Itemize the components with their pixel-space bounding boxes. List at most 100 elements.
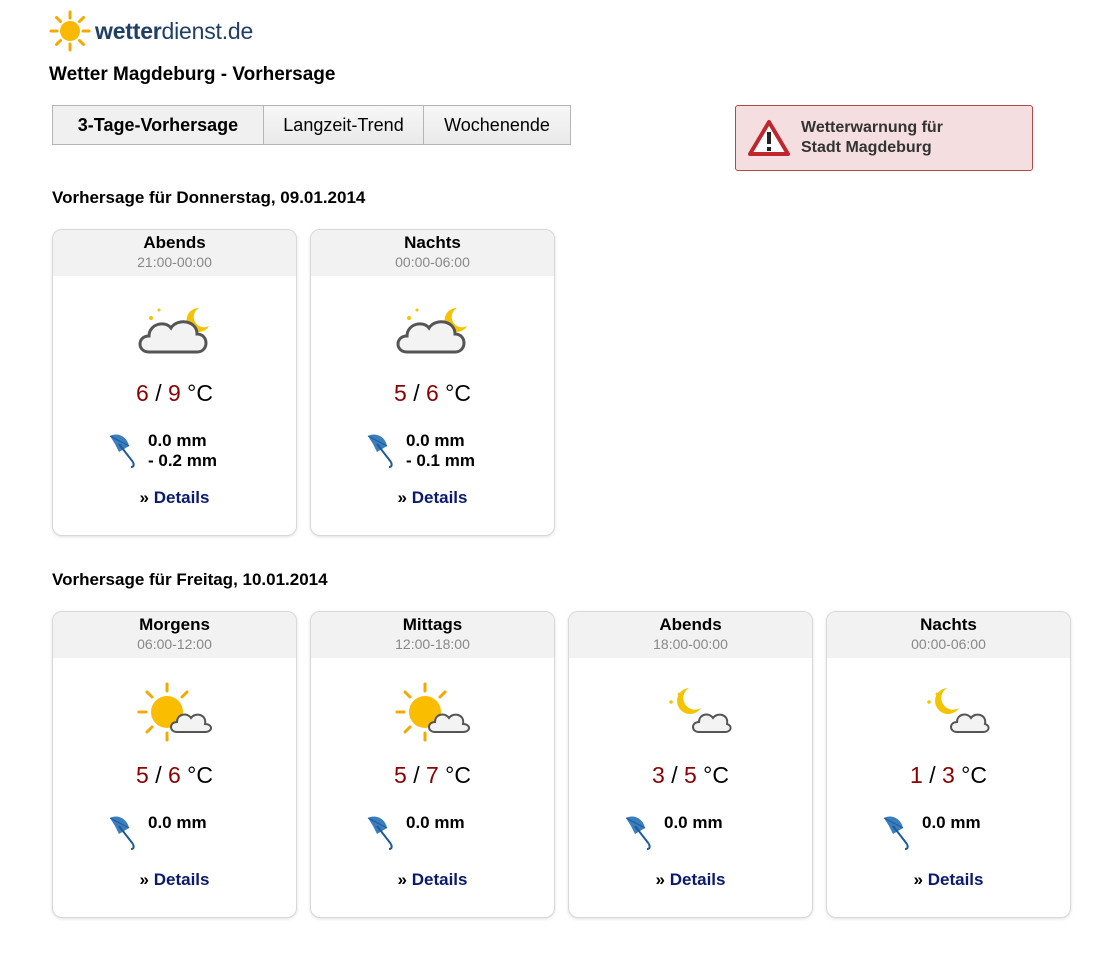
card-time: 21:00-00:00 <box>137 254 212 270</box>
temperature: 3 / 5 °C <box>652 762 729 788</box>
weather-warning-button[interactable]: Wetterwarnung für Stadt Magdeburg <box>735 105 1033 171</box>
sun-cloud-icon <box>137 682 212 742</box>
temp-unit: °C <box>445 762 471 788</box>
temperature: 5 / 7 °C <box>394 762 471 788</box>
details-prefix: » <box>139 488 149 507</box>
temperature: 6 / 9 °C <box>136 380 213 406</box>
details-prefix: » <box>655 870 665 889</box>
moon-cloud-icon <box>927 688 990 733</box>
details-prefix: » <box>913 870 923 889</box>
precipitation: 0.0 mm <box>406 813 465 833</box>
sun-logo-icon <box>49 10 91 52</box>
umbrella-icon <box>883 816 909 850</box>
temperature: 5 / 6 °C <box>136 762 213 788</box>
precipitation: 0.0 mm <box>664 813 723 833</box>
forecast-card-nachts: Nachts 00:00-06:00 5 / 6 °C 0.0 mm - 0.1… <box>310 229 555 536</box>
card-time: 00:00-06:00 <box>395 254 470 270</box>
temp-min: 5 <box>394 380 407 406</box>
precipitation-value: 0.0 mm <box>148 431 207 450</box>
logo-text-light: dienst.de <box>161 17 254 44</box>
umbrella-icon <box>367 434 393 468</box>
logo-text: wetterdienst.de <box>95 18 253 45</box>
temp-unit: °C <box>961 762 987 788</box>
temp-unit: °C <box>445 380 471 406</box>
warning-triangle-icon <box>748 120 790 156</box>
details-link-wrap: » Details <box>311 488 554 508</box>
tab-3-tage-vorhersage[interactable]: 3-Tage-Vorhersage <box>53 106 263 144</box>
temp-unit: °C <box>187 762 213 788</box>
forecast-card-abends: Abends 18:00-00:00 3 / 5 °C 0.0 mm » Det… <box>568 611 813 918</box>
temp-max: 9 <box>167 380 181 406</box>
temp-min: 5 <box>394 762 407 788</box>
details-link[interactable]: Details <box>670 870 726 889</box>
precipitation: 0.0 mm <box>922 813 981 833</box>
card-header: Abends 21:00-00:00 <box>53 230 296 276</box>
temp-max: 6 <box>167 762 181 788</box>
temp-max: 7 <box>425 762 439 788</box>
precipitation-value: 0.0 mm <box>406 813 465 832</box>
day-heading: Vorhersage für Donnerstag, 09.01.2014 <box>52 188 366 207</box>
site-logo[interactable]: wetterdienst.de <box>49 10 253 52</box>
precipitation-value: 0.0 mm <box>922 813 981 832</box>
page-title: Wetter Magdeburg - Vorhersage <box>49 64 336 85</box>
temp-min: 1 <box>910 762 923 788</box>
details-link-wrap: » Details <box>569 870 812 890</box>
night-cloudy-icon <box>138 307 209 354</box>
temp-max: 5 <box>683 762 697 788</box>
precipitation-value: 0.0 mm <box>406 431 465 450</box>
card-header: Nachts 00:00-06:00 <box>827 612 1070 658</box>
card-time: 00:00-06:00 <box>911 636 986 652</box>
details-link[interactable]: Details <box>154 870 210 889</box>
sun-cloud-icon <box>395 682 470 742</box>
forecast-card-morgens: Morgens 06:00-12:00 5 / 6 °C 0.0 mm » De… <box>52 611 297 918</box>
card-period: Abends <box>143 233 206 252</box>
details-link[interactable]: Details <box>412 870 468 889</box>
precipitation-range: - 0.2 mm <box>148 451 217 470</box>
forecast-tabs: 3-Tage-Vorhersage Langzeit-Trend Wochene… <box>52 105 571 145</box>
card-header: Nachts 00:00-06:00 <box>311 230 554 276</box>
warning-text: Wetterwarnung für Stadt Magdeburg <box>801 118 943 158</box>
forecast-card-mittags: Mittags 12:00-18:00 5 / 7 °C 0.0 mm » De… <box>310 611 555 918</box>
card-period: Mittags <box>402 615 463 634</box>
card-period: Nachts <box>404 233 461 252</box>
temp-unit: °C <box>187 380 213 406</box>
details-prefix: » <box>139 870 149 889</box>
moon-cloud-icon <box>907 682 991 742</box>
umbrella-icon <box>109 434 135 468</box>
card-time: 12:00-18:00 <box>395 636 470 652</box>
sun-cloud-icon <box>391 682 475 742</box>
tab-wochenende[interactable]: Wochenende <box>423 106 570 144</box>
card-period: Nachts <box>920 615 977 634</box>
temp-min: 3 <box>652 762 665 788</box>
forecast-card-nachts: Nachts 00:00-06:00 1 / 3 °C 0.0 mm » Det… <box>826 611 1071 918</box>
details-link-wrap: » Details <box>53 870 296 890</box>
warning-line2: Stadt Magdeburg <box>801 139 932 156</box>
umbrella-icon <box>109 816 135 850</box>
precipitation-value: 0.0 mm <box>664 813 723 832</box>
temp-max: 6 <box>425 380 439 406</box>
night-cloudy-icon <box>396 307 467 354</box>
card-header: Morgens 06:00-12:00 <box>53 612 296 658</box>
details-link[interactable]: Details <box>412 488 468 507</box>
card-header: Abends 18:00-00:00 <box>569 612 812 658</box>
moon-cloud-icon <box>669 688 732 733</box>
card-time: 18:00-00:00 <box>653 636 728 652</box>
precipitation: 0.0 mm <box>148 813 207 833</box>
sun-cloud-icon <box>133 682 217 742</box>
details-link[interactable]: Details <box>928 870 984 889</box>
tab-langzeit-trend[interactable]: Langzeit-Trend <box>263 106 423 144</box>
details-link-wrap: » Details <box>311 870 554 890</box>
temperature: 5 / 6 °C <box>394 380 471 406</box>
details-prefix: » <box>397 488 407 507</box>
details-link[interactable]: Details <box>154 488 210 507</box>
temp-unit: °C <box>703 762 729 788</box>
card-period: Abends <box>659 615 722 634</box>
forecast-card-abends: Abends 21:00-00:00 6 / 9 °C 0.0 mm - 0.2… <box>52 229 297 536</box>
details-prefix: » <box>397 870 407 889</box>
day-heading: Vorhersage für Freitag, 10.01.2014 <box>52 570 328 589</box>
logo-text-bold: wetter <box>95 17 162 44</box>
night-cloudy-icon <box>391 300 475 360</box>
card-time: 06:00-12:00 <box>137 636 212 652</box>
warning-line1: Wetterwarnung für <box>801 119 943 136</box>
card-period: Morgens <box>139 615 210 634</box>
